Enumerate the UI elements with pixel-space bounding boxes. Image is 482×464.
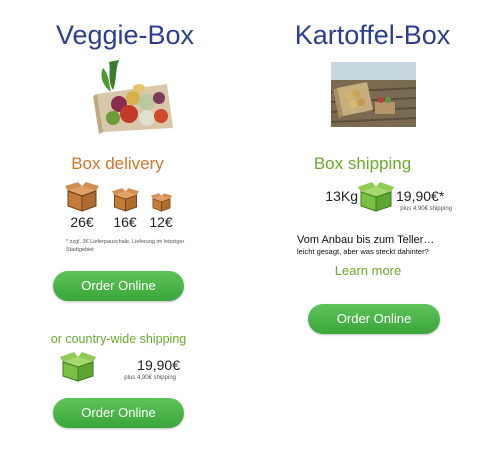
delivery-note: * zzgl. 3€ Lieferpauschale, Lieferung im… (66, 239, 185, 253)
green-box-icon (60, 352, 96, 382)
shipping-sub: plus 4,90€ shipping (124, 375, 176, 381)
shipping-price: 19,90€ (137, 357, 180, 373)
tagline: Vom Anbau bis zum Teller… (297, 234, 435, 246)
kartoffel-title: Kartoffel-Box (294, 20, 451, 50)
price-small: 12€ (149, 214, 173, 230)
learn-more-link[interactable]: Learn more (318, 263, 418, 278)
order-online-button-delivery[interactable]: Order Online (53, 271, 184, 301)
tagline-sub: leicht gesagt, aber was steckt dahinter? (297, 247, 429, 256)
box-shipping-heading: Box shipping (313, 154, 412, 173)
kartoffel-box-image (331, 62, 416, 127)
price-medium: 16€ (113, 214, 137, 230)
box-medium-icon (112, 188, 139, 212)
veggie-box-image (89, 54, 175, 134)
order-online-button-kartoffel[interactable]: Order Online (308, 304, 440, 334)
kartoffel-price-sub: plus 4,90€ shipping (400, 206, 452, 212)
weight-label: 13Kg (325, 188, 358, 204)
country-wide-shipping-heading: or country-wide shipping (50, 332, 187, 346)
kartoffel-price: 19,90€* (396, 188, 445, 204)
order-online-button-shipping[interactable]: Order Online (53, 398, 184, 428)
veggie-title: Veggie-Box (55, 20, 195, 50)
price-large: 26€ (70, 214, 94, 230)
box-small-icon (151, 193, 172, 212)
box-delivery-heading: Box delivery (71, 154, 164, 173)
box-large-icon (65, 182, 99, 212)
